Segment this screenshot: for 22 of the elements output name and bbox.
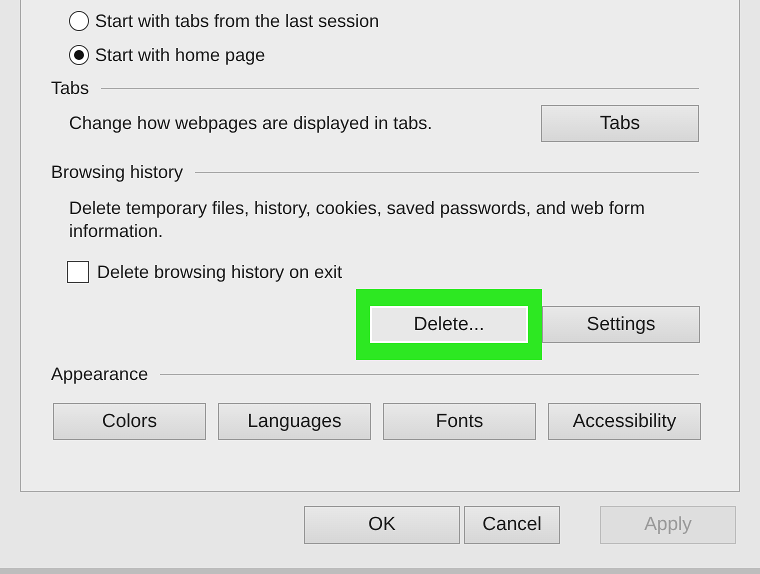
dialog-button[interactable]: Settings — [542, 306, 700, 343]
radio-label: Start with home page — [95, 44, 266, 66]
dialog-button[interactable]: Delete... — [370, 306, 528, 343]
checkbox-label: Delete browsing history on exit — [97, 262, 342, 282]
group-title: Browsing history — [51, 162, 184, 183]
group-description: Delete temporary files, history, cookies, saved passwords, and web form information. — [69, 197, 646, 243]
appearance-button[interactable]: Accessibility — [548, 403, 701, 440]
radio-label: Start with tabs from the last session — [95, 10, 380, 32]
appearance-button[interactable]: Languages — [218, 403, 371, 440]
group-title: Appearance — [51, 364, 148, 385]
group-description: Change how webpages are displayed in tabs. — [69, 113, 432, 134]
dialog-button[interactable]: OK — [304, 506, 460, 544]
dialog-button[interactable]: Cancel — [464, 506, 560, 544]
radio-button[interactable] — [69, 11, 89, 31]
appearance-button[interactable]: Colors — [53, 403, 206, 440]
appearance-button[interactable]: Fonts — [383, 403, 536, 440]
group-title: Tabs — [51, 78, 90, 99]
checkbox[interactable] — [67, 261, 89, 283]
radio-button[interactable] — [69, 45, 89, 65]
tabs-button[interactable]: Tabs — [541, 105, 699, 142]
radio-option[interactable]: Start with home page — [69, 38, 699, 72]
radio-option[interactable]: Start with tabs from the last session — [69, 4, 699, 38]
